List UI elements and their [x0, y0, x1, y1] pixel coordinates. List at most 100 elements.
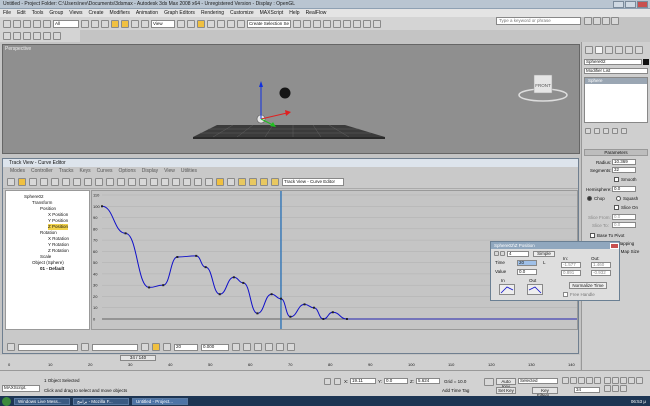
maximize-button[interactable]	[625, 1, 636, 8]
key-set-4-icon[interactable]	[271, 178, 279, 186]
move-keys-icon[interactable]	[18, 178, 26, 186]
redo-icon[interactable]	[13, 19, 21, 28]
track-view-mode-dropdown[interactable]: Track View - Curve Editor	[282, 178, 344, 186]
tv-menu-keys[interactable]: Keys	[77, 168, 94, 174]
out-tangent-type-button[interactable]	[527, 284, 543, 295]
menu-tools[interactable]: Tools	[29, 10, 47, 16]
tv-menu-tracks[interactable]: Tracks	[56, 168, 77, 174]
tangent-linear-icon[interactable]	[150, 178, 158, 186]
pin-stack-icon[interactable]	[585, 128, 591, 134]
in-tangent-field-2[interactable]: 0.891	[561, 270, 581, 276]
tv-menu-utilities[interactable]: Utilities	[178, 168, 200, 174]
modifier-list-dropdown[interactable]: Modifier List	[584, 68, 648, 74]
timeline-ruler[interactable]: 0 10 20 30 40 50 60 70 80 90 100 110 120 130 140	[8, 362, 578, 369]
unlink-icon[interactable]	[33, 19, 41, 28]
chop-radio[interactable]	[587, 196, 592, 201]
zoom-icon[interactable]	[265, 343, 273, 351]
curve-key[interactable]	[162, 284, 165, 287]
key-set-3-icon[interactable]	[260, 178, 268, 186]
rectangular-selection-icon[interactable]	[101, 19, 109, 28]
restrict-xy-icon[interactable]	[33, 32, 41, 40]
object-name-field[interactable]: Sphere02	[584, 59, 642, 65]
layer-manager-icon[interactable]	[313, 19, 321, 28]
edit-track-set-icon[interactable]	[81, 343, 89, 351]
menu-views[interactable]: Views	[66, 10, 85, 16]
curve-key[interactable]	[242, 281, 245, 284]
scale-values-icon[interactable]	[51, 178, 59, 186]
align-icon[interactable]	[303, 19, 311, 28]
curve-key[interactable]	[101, 205, 103, 208]
key-info-close-button[interactable]	[610, 242, 619, 249]
maxscript-listener[interactable]: MAXScript.	[2, 385, 40, 392]
hemisphere-field[interactable]: 0.0	[612, 186, 636, 192]
go-to-start-icon[interactable]	[562, 377, 569, 384]
restrict-yz-icon[interactable]	[43, 32, 51, 40]
bind-space-warp-icon[interactable]	[43, 19, 51, 28]
pivot-center-icon[interactable]	[177, 19, 185, 28]
track-set-dropdown[interactable]	[92, 343, 138, 351]
key-mode-icon[interactable]	[484, 378, 494, 386]
reference-coordinate-dropdown[interactable]: View	[151, 19, 175, 28]
restrict-z-icon[interactable]	[23, 32, 31, 40]
timeline[interactable]: 34 / 140 0 10 20 30 40 50 60 70 80 90 100 110 120 130…	[0, 355, 580, 370]
utilities-tab-icon[interactable]	[635, 46, 643, 54]
lock-tangents-icon[interactable]	[227, 178, 235, 186]
radius-field[interactable]: 10.369	[612, 159, 636, 165]
out-tangent-field[interactable]: 1.460	[591, 262, 611, 268]
search-input[interactable]: Type a keyword or phrase	[496, 17, 581, 25]
next-frame-icon[interactable]	[586, 377, 593, 384]
isolate-curve-icon[interactable]	[287, 343, 295, 351]
zoom-extents-all-icon[interactable]	[628, 377, 635, 384]
curve-key[interactable]	[322, 318, 325, 320]
rotate-icon[interactable]	[131, 19, 139, 28]
slide-keys-icon[interactable]	[29, 178, 37, 186]
quick-render-icon[interactable]	[373, 19, 381, 28]
zoom-selected-object-icon[interactable]	[7, 343, 15, 351]
go-to-end-icon[interactable]	[594, 377, 601, 384]
remove-modifier-icon[interactable]	[612, 128, 618, 134]
parameter-curve-out-of-range-icon[interactable]	[194, 178, 202, 186]
tv-menu-controller[interactable]: Controller	[28, 168, 56, 174]
curve-key[interactable]	[218, 293, 221, 296]
filters-icon[interactable]	[7, 178, 15, 186]
zoom-all-icon[interactable]	[612, 377, 619, 384]
spinner-snap-icon[interactable]	[227, 19, 235, 28]
favorites-icon[interactable]	[602, 17, 610, 25]
tv-menu-view[interactable]: View	[161, 168, 178, 174]
y-coord-field[interactable]: 0.0	[384, 378, 408, 384]
object-color-swatch[interactable]	[643, 59, 649, 65]
slice-from-field[interactable]: 0.0	[612, 214, 636, 220]
scale-icon[interactable]	[141, 19, 149, 28]
orbit-icon[interactable]	[612, 385, 619, 392]
curve-key[interactable]	[345, 318, 348, 320]
out-tangent-field-2[interactable]: -0.932	[591, 270, 611, 276]
angle-snap-icon[interactable]	[207, 19, 215, 28]
curve-key[interactable]	[124, 232, 127, 235]
reduce-keys-icon[interactable]	[84, 178, 92, 186]
taskbar-item-3dsmax[interactable]: Untitled - Project...	[132, 397, 188, 405]
restrict-y-icon[interactable]	[13, 32, 21, 40]
close-button[interactable]	[637, 1, 648, 8]
tangent-auto-icon[interactable]	[95, 178, 103, 186]
undo-icon[interactable]	[3, 19, 11, 28]
viewcube-label[interactable]: FRONT	[535, 83, 551, 88]
zoom-extents-icon[interactable]	[620, 377, 627, 384]
slice-to-field[interactable]: 0.0	[612, 222, 636, 228]
modify-tab-icon[interactable]	[595, 46, 603, 54]
zoom-region-icon[interactable]	[276, 343, 284, 351]
black-sphere[interactable]	[279, 87, 291, 99]
taskbar-item-messenger[interactable]: Windows Live Mess...	[14, 397, 70, 405]
move-icon[interactable]	[121, 19, 129, 28]
zoom-viewport-icon[interactable]	[604, 377, 611, 384]
tangent-slow-icon[interactable]	[128, 178, 136, 186]
tv-menu-options[interactable]: Options	[116, 168, 139, 174]
key-selection-dropdown[interactable]: Selected	[518, 378, 558, 384]
in-tangent-field[interactable]: -1.577	[561, 262, 581, 268]
curve-editor-icon[interactable]	[323, 19, 331, 28]
taskbar-item-firefox[interactable]: برامج - Mozilla F...	[73, 397, 129, 405]
previous-frame-icon[interactable]	[570, 377, 577, 384]
key-value-field[interactable]: 0.0	[517, 269, 537, 275]
add-time-tag[interactable]: Add Time Tag	[442, 388, 469, 393]
curve-graph-area[interactable]: 0 10 20 30 40 50 60 70 80 90 100 110 Sphere02\Z Pos…	[91, 190, 620, 330]
curve-key[interactable]	[148, 286, 151, 289]
